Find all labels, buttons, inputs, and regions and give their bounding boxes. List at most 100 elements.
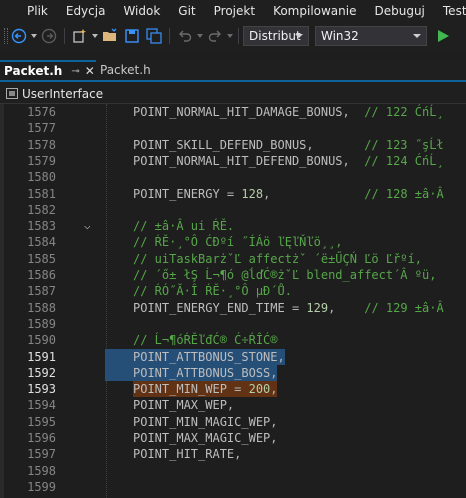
menu-widok[interactable]: Widok bbox=[114, 0, 169, 22]
close-tab-icon[interactable]: ✕ bbox=[85, 64, 95, 78]
menu-plik[interactable]: Plik bbox=[18, 0, 57, 22]
code-text: // ±â·Â ui ŔĚ. bbox=[133, 219, 235, 234]
line-number: 1595 bbox=[27, 414, 56, 429]
line-number: 1589 bbox=[27, 316, 56, 331]
code-line[interactable]: 1595 POINT_MIN_MAGIC_WEP, bbox=[0, 414, 466, 430]
redo-dropdown-icon[interactable] bbox=[226, 26, 234, 46]
save-all-icon[interactable] bbox=[144, 26, 164, 46]
code-line[interactable]: 1597 POINT_HIT_RATE, bbox=[0, 446, 466, 462]
code-line[interactable]: 1578 POINT_SKILL_DEFEND_BONUS, // 123 ˝şĹ… bbox=[0, 137, 466, 153]
toolbar-separator bbox=[238, 28, 239, 44]
line-number: 1581 bbox=[27, 186, 56, 201]
code-text: POINT_MIN_MAGIC_WEP, bbox=[133, 414, 278, 429]
standard-toolbar: Distribut Win32 bbox=[0, 22, 466, 50]
code-text: POINT_NORMAL_HIT_DEFEND_BONUS, // 124 Ćń… bbox=[133, 153, 444, 168]
code-text: POINT_MAX_WEP, bbox=[133, 398, 235, 413]
code-line[interactable]: 1584 // ŔĚ·¸°Ô ĆĐºí ˝ÍÁö ľĘľŇľö¸¸, bbox=[0, 234, 466, 250]
navigate-back-dropdown-icon[interactable] bbox=[30, 26, 38, 46]
line-number: 1599 bbox=[27, 479, 56, 494]
menu-projekt[interactable]: Projekt bbox=[205, 0, 264, 22]
code-text: POINT_ATTBONUS_STONE, bbox=[133, 349, 285, 364]
line-number: 1578 bbox=[27, 137, 56, 152]
navigate-back-icon[interactable] bbox=[9, 26, 29, 46]
tab-label: Packet.h bbox=[4, 64, 63, 78]
chevron-down-icon bbox=[413, 34, 421, 38]
code-line[interactable]: 1581 POINT_ENERGY = 128, // 128 ±â·Â bbox=[0, 186, 466, 202]
line-number: 1591 bbox=[27, 349, 56, 364]
undo-dropdown-icon[interactable] bbox=[196, 26, 204, 46]
line-number: 1582 bbox=[27, 202, 56, 217]
line-number: 1579 bbox=[27, 153, 56, 168]
code-line[interactable]: 1583 ⌵ // ±â·Â ui ŔĚ. bbox=[0, 218, 466, 234]
code-line[interactable]: 1590 // Ĺ¬¶óŔĚľđĆ® Ć÷ŔÎĆ® bbox=[0, 332, 466, 348]
code-text: // ´ő± łŞ Ĺ¬¶ó @ĺďĆ®żˇĽ­ blend_affect´Â … bbox=[133, 268, 437, 282]
code-text: POINT_HIT_RATE, bbox=[133, 447, 242, 462]
line-number: 1577 bbox=[27, 121, 56, 136]
fold-chevron-icon[interactable]: ⌵ bbox=[84, 218, 91, 234]
menu-test[interactable]: Test bbox=[434, 0, 466, 22]
menu-debuguj[interactable]: Debuguj bbox=[365, 0, 433, 22]
line-number: 1583 bbox=[27, 219, 56, 234]
solution-platform-select[interactable]: Win32 bbox=[315, 26, 427, 46]
project-icon bbox=[6, 88, 18, 99]
code-text: POINT_NORMAL_HIT_DAMAGE_BONUS, // 122 Ćń… bbox=[133, 105, 444, 119]
save-icon[interactable] bbox=[122, 26, 142, 46]
menu-edycja[interactable]: Edycja bbox=[57, 0, 115, 22]
code-line[interactable]: 1586 // ´ő± łŞ Ĺ¬¶ó @ĺďĆ®żˇĽ­ blend_affec… bbox=[0, 267, 466, 283]
line-number: 1588 bbox=[27, 300, 56, 315]
code-line[interactable]: 1592 POINT_ATTBONUS_BOSS, bbox=[0, 364, 466, 382]
navigate-forward-icon[interactable] bbox=[39, 26, 59, 46]
solution-configuration-select[interactable]: Distribut bbox=[243, 26, 309, 46]
code-text: // ŔĚ·¸°Ô ĆĐºí ˝ÍÁö ľĘľŇľö¸¸, bbox=[133, 235, 343, 250]
toolbar-grip[interactable] bbox=[4, 28, 8, 44]
menu-git[interactable]: Git bbox=[169, 0, 204, 22]
toolbar-separator bbox=[169, 28, 170, 44]
code-line[interactable]: 1579 POINT_NORMAL_HIT_DEFEND_BONUS, // 12… bbox=[0, 153, 466, 169]
code-line[interactable]: 1580 bbox=[0, 169, 466, 185]
start-debugging-icon[interactable] bbox=[433, 26, 453, 46]
code-text: POINT_MAX_MAGIC_WEP, bbox=[133, 431, 278, 445]
code-text: POINT_MIN_WEP = 200, bbox=[133, 382, 278, 397]
line-number: 1576 bbox=[27, 105, 56, 119]
pin-tab-icon[interactable]: ⊸ bbox=[71, 66, 79, 77]
navigation-bar: UserInterface bbox=[0, 84, 466, 104]
line-number: 1586 bbox=[27, 268, 56, 282]
code-line[interactable]: 1585 // uiTaskBarżˇĽ­ affectżˇ ´ë±ŰÇŃ Ľö … bbox=[0, 251, 466, 267]
code-line[interactable]: 1591 POINT_ATTBONUS_STONE, bbox=[0, 348, 466, 365]
code-line[interactable]: 1588 POINT_ENERGY_END_TIME = 129, // 129 … bbox=[0, 300, 466, 316]
code-line[interactable]: 1577 bbox=[0, 120, 466, 136]
code-editor[interactable]: 1576 POINT_NORMAL_HIT_DAMAGE_BONUS, // 12… bbox=[0, 104, 466, 498]
code-line[interactable]: 1582 bbox=[0, 202, 466, 218]
open-folder-icon[interactable] bbox=[100, 26, 120, 46]
code-line[interactable]: 1587 // ŔÓ˝Ă·Î ŔĚ·¸°Ô µĐ´Ů. bbox=[0, 283, 466, 299]
line-number: 1584 bbox=[27, 235, 56, 250]
tab-packet-h-active[interactable]: Packet.h ⊸ ✕ bbox=[0, 60, 96, 80]
code-line[interactable]: 1576 POINT_NORMAL_HIT_DAMAGE_BONUS, // 12… bbox=[0, 104, 466, 120]
line-number: 1596 bbox=[27, 431, 56, 445]
new-project-dropdown-icon[interactable] bbox=[91, 26, 99, 46]
tab-packet-h[interactable]: Packet.h bbox=[96, 60, 156, 80]
line-number: 1597 bbox=[27, 447, 56, 462]
code-line[interactable]: 1598 bbox=[0, 463, 466, 479]
tab-label: Packet.h bbox=[100, 63, 151, 77]
code-text: POINT_ENERGY = 128, // 128 ±â·Â bbox=[133, 186, 444, 201]
code-line[interactable]: 1594 POINT_MAX_WEP, bbox=[0, 397, 466, 413]
project-scope-select[interactable]: UserInterface bbox=[22, 87, 103, 101]
chevron-down-icon bbox=[295, 34, 303, 38]
code-line[interactable]: 1589 bbox=[0, 316, 466, 332]
undo-icon[interactable] bbox=[175, 26, 195, 46]
new-project-icon[interactable] bbox=[70, 26, 90, 46]
document-tab-bar: Packet.h ⊸ ✕ Packet.h bbox=[0, 60, 466, 82]
redo-icon[interactable] bbox=[205, 26, 225, 46]
line-number: 1598 bbox=[27, 463, 56, 478]
line-number: 1593 bbox=[27, 382, 56, 397]
menu-bar: Plik Edycja Widok Git Projekt Kompilowan… bbox=[0, 0, 466, 22]
line-number: 1594 bbox=[27, 398, 56, 413]
code-text: POINT_ENERGY_END_TIME = 129, // 129 ±â·Â bbox=[133, 300, 444, 315]
menu-kompilowanie[interactable]: Kompilowanie bbox=[264, 0, 365, 22]
line-number: 1590 bbox=[27, 333, 56, 348]
code-line[interactable]: 1596 POINT_MAX_MAGIC_WEP, bbox=[0, 430, 466, 446]
solution-configuration-value: Distribut bbox=[249, 29, 301, 43]
code-line[interactable]: 1593 POINT_MIN_WEP = 200, bbox=[0, 381, 466, 398]
code-line[interactable]: 1599 bbox=[0, 479, 466, 495]
